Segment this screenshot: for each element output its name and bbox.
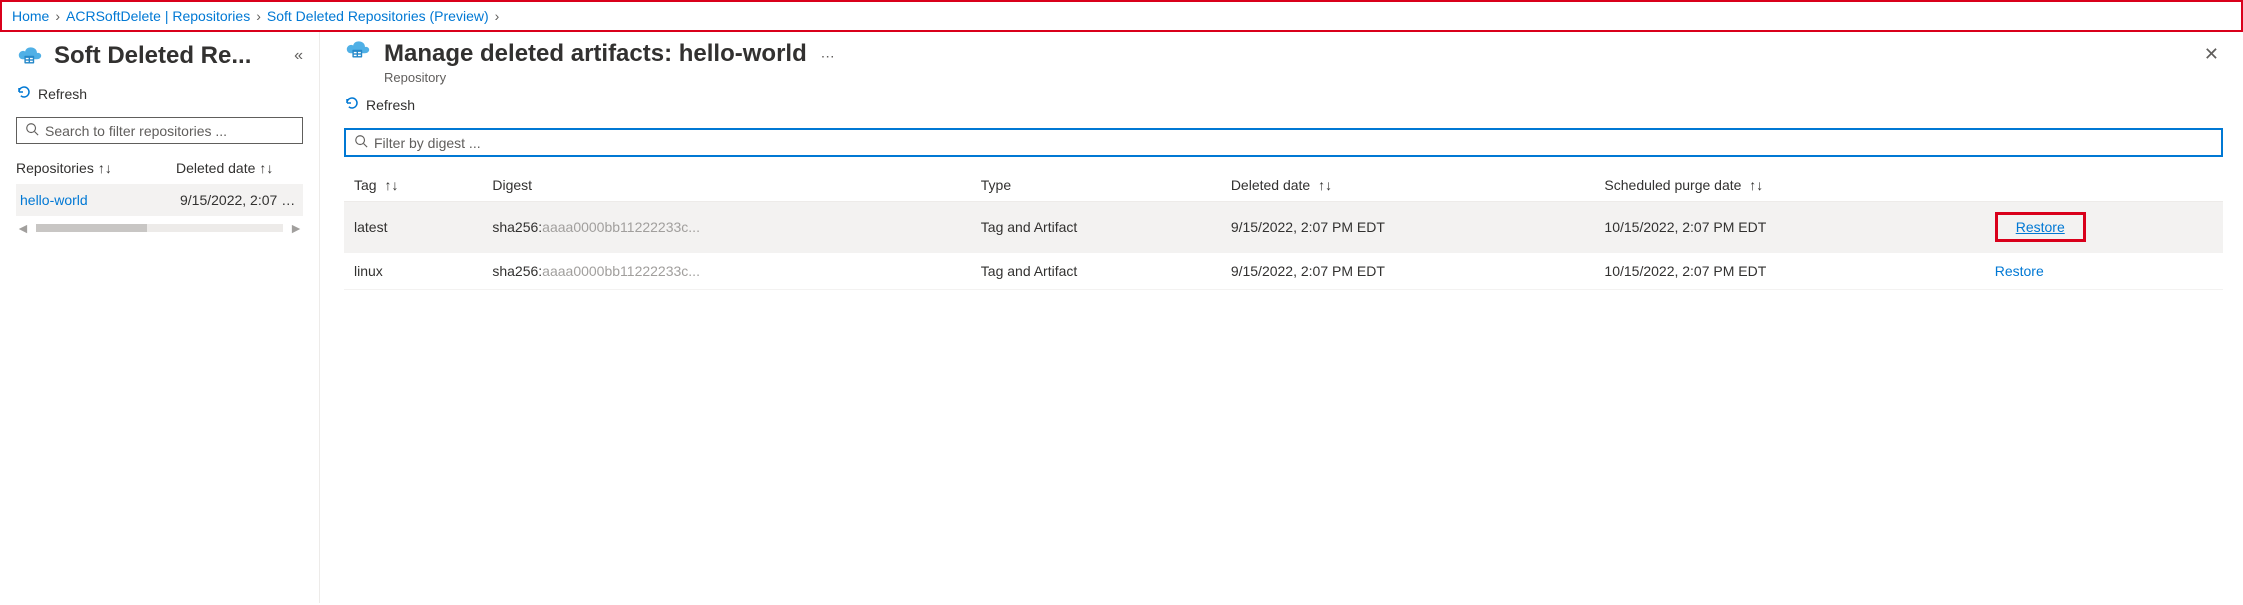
sidebar: Soft Deleted Re... « Refresh Repositorie… (0, 32, 320, 603)
cell-purge-date: 10/15/2022, 2:07 PM EDT (1594, 253, 1984, 290)
scroll-left-icon[interactable]: ◄ (16, 220, 30, 236)
refresh-label: Refresh (38, 86, 87, 102)
sort-icon: ↑↓ (98, 160, 112, 176)
table-row[interactable]: latestsha256:aaaa0000bb11222233c...Tag a… (344, 202, 2223, 253)
collapse-button[interactable]: « (294, 47, 303, 65)
chevron-right-icon: › (256, 8, 261, 24)
main-panel: Manage deleted artifacts: hello-world ⋯ … (320, 32, 2243, 603)
sidebar-refresh-button[interactable]: Refresh (16, 84, 303, 103)
sidebar-row[interactable]: hello-world 9/15/2022, 2:07 PM EDT (16, 184, 303, 216)
cell-deleted-date: 9/15/2022, 2:07 PM EDT (1221, 202, 1595, 253)
artifacts-table: Tag ↑↓ Digest Type Deleted date ↑↓ Sched… (344, 169, 2223, 290)
search-icon (354, 134, 368, 151)
breadcrumb: Home › ACRSoftDelete | Repositories › So… (0, 0, 2243, 32)
restore-button[interactable]: Restore (1995, 212, 2086, 242)
cell-type: Tag and Artifact (971, 202, 1221, 253)
cell-type: Tag and Artifact (971, 253, 1221, 290)
digest-filter-input[interactable] (374, 135, 2213, 151)
repo-deleted-date: 9/15/2022, 2:07 PM EDT (180, 192, 299, 208)
container-registry-icon (344, 40, 372, 60)
sort-icon: ↑↓ (1318, 177, 1332, 193)
sort-icon: ↑↓ (384, 177, 398, 193)
more-actions-button[interactable]: ⋯ (821, 48, 835, 64)
sort-icon: ↑↓ (259, 160, 273, 176)
col-actions (1985, 169, 2223, 202)
breadcrumb-registry[interactable]: ACRSoftDelete | Repositories (66, 8, 250, 24)
sidebar-title: Soft Deleted Re... (54, 42, 284, 70)
col-digest: Digest (482, 169, 970, 202)
refresh-icon (16, 84, 32, 103)
cell-digest: sha256:aaaa0000bb11222233c... (482, 202, 970, 253)
search-icon (25, 122, 39, 139)
digest-filter[interactable] (344, 128, 2223, 157)
scroll-right-icon[interactable]: ► (289, 220, 303, 236)
cell-actions: Restore (1985, 253, 2223, 290)
chevron-right-icon: › (495, 8, 500, 24)
cell-tag: latest (344, 202, 482, 253)
col-deleted-date[interactable]: Deleted date ↑↓ (1221, 169, 1595, 202)
col-tag[interactable]: Tag ↑↓ (344, 169, 482, 202)
page-subtitle: Repository (384, 70, 2188, 85)
horizontal-scrollbar[interactable]: ◄ ► (16, 220, 303, 236)
repo-link[interactable]: hello-world (20, 192, 170, 208)
breadcrumb-home[interactable]: Home (12, 8, 49, 24)
sidebar-search-input[interactable] (45, 123, 294, 139)
chevron-right-icon: › (55, 8, 60, 24)
close-button[interactable]: ✕ (2200, 40, 2223, 69)
breadcrumb-soft-deleted[interactable]: Soft Deleted Repositories (Preview) (267, 8, 489, 24)
refresh-label: Refresh (366, 97, 415, 113)
sort-icon: ↑↓ (1749, 177, 1763, 193)
cell-actions: Restore (1985, 202, 2223, 253)
sidebar-search[interactable] (16, 117, 303, 144)
table-row[interactable]: linuxsha256:aaaa0000bb11222233c...Tag an… (344, 253, 2223, 290)
col-deleted-date[interactable]: Deleted date ↑↓ (176, 160, 303, 176)
cell-tag: linux (344, 253, 482, 290)
refresh-icon (344, 95, 360, 114)
main-refresh-button[interactable]: Refresh (344, 95, 415, 114)
col-purge-date[interactable]: Scheduled purge date ↑↓ (1594, 169, 1984, 202)
col-repositories[interactable]: Repositories ↑↓ (16, 160, 166, 176)
col-type: Type (971, 169, 1221, 202)
cell-deleted-date: 9/15/2022, 2:07 PM EDT (1221, 253, 1595, 290)
container-registry-icon (16, 46, 44, 66)
cell-purge-date: 10/15/2022, 2:07 PM EDT (1594, 202, 1984, 253)
page-title: Manage deleted artifacts: hello-world (384, 40, 807, 68)
restore-button[interactable]: Restore (1995, 263, 2044, 279)
cell-digest: sha256:aaaa0000bb11222233c... (482, 253, 970, 290)
